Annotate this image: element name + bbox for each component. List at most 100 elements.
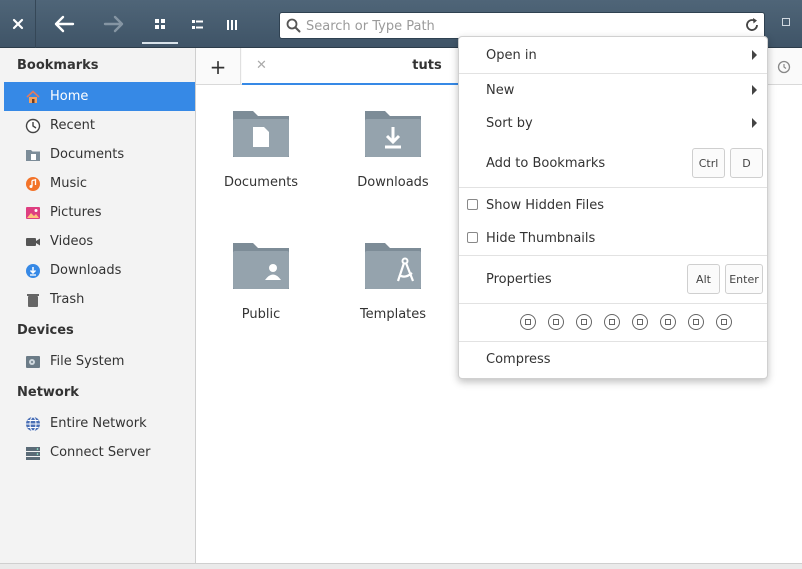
color-tag-button[interactable] <box>716 314 732 330</box>
bookmarks-section-title: Bookmarks <box>17 58 99 73</box>
shortcut-key-d: D <box>730 148 763 178</box>
arrow-left-icon <box>54 15 75 33</box>
sidebar-item-documents[interactable]: Documents <box>4 140 195 169</box>
sidebar-item-label: Recent <box>50 118 95 133</box>
documents-folder-icon <box>233 111 289 157</box>
color-tag-button[interactable] <box>576 314 592 330</box>
sidebar-item-recent[interactable]: Recent <box>4 111 195 140</box>
forward-button[interactable] <box>96 8 132 40</box>
maximize-icon[interactable] <box>782 18 790 26</box>
menu-item-compress[interactable]: Compress <box>459 342 767 376</box>
music-icon <box>25 176 41 192</box>
menu-item-label: New <box>486 82 515 98</box>
sidebar-item-label: Entire Network <box>50 416 147 431</box>
view-as-grid-button[interactable] <box>142 6 178 44</box>
submenu-arrow-icon <box>752 118 757 128</box>
sidebar-item-connect-server[interactable]: Connect Server <box>4 438 195 467</box>
menu-item-sort-by[interactable]: Sort by <box>459 106 767 140</box>
sidebar-item-label: Home <box>50 89 89 104</box>
network-section-title: Network <box>17 385 79 400</box>
list-view-icon <box>191 20 203 29</box>
menu-item-new[interactable]: New <box>459 74 767 106</box>
menu-item-label: Add to Bookmarks <box>486 155 606 171</box>
sidebar-item-trash[interactable]: Trash <box>4 285 195 314</box>
pictures-icon <box>25 205 41 221</box>
sidebar-item-label: Music <box>50 176 87 191</box>
sidebar-item-label: Pictures <box>50 205 102 220</box>
search-input[interactable] <box>306 16 726 36</box>
menu-item-open-in[interactable]: Open in <box>459 37 767 73</box>
close-icon <box>12 18 23 30</box>
menu-item-label: Open in <box>486 47 537 63</box>
devices-section-title: Devices <box>17 323 74 338</box>
drive-icon <box>25 354 41 370</box>
sidebar-item-label: Trash <box>50 292 85 307</box>
trash-icon <box>25 292 41 308</box>
view-in-columns-button[interactable] <box>215 6 249 44</box>
sidebar-item-downloads[interactable]: Downloads <box>4 256 195 285</box>
sidebar-item-label: Connect Server <box>50 445 151 460</box>
menu-item-label: Hide Thumbnails <box>486 230 596 246</box>
sidebar-item-entire-network[interactable]: Entire Network <box>4 409 195 438</box>
arrow-right-icon <box>103 15 124 33</box>
clock-icon <box>25 118 41 134</box>
grid-view-icon <box>155 19 165 29</box>
plus-icon: + <box>209 54 227 79</box>
sidebar-item-label: Downloads <box>50 263 122 278</box>
download-icon <box>25 263 41 279</box>
context-menu: Open in New Sort by Add to Bookmarks Ctr… <box>458 36 768 379</box>
submenu-arrow-icon <box>752 50 757 60</box>
folder-item-public[interactable]: Public <box>206 237 316 322</box>
path-bar[interactable] <box>279 12 765 39</box>
menu-item-properties[interactable]: Properties <box>459 259 767 299</box>
hide-thumbnails-checkbox[interactable] <box>467 232 478 243</box>
folder-item-templates[interactable]: Templates <box>338 237 448 322</box>
menu-item-label: Properties <box>486 271 552 287</box>
public-folder-icon <box>233 243 289 289</box>
sidebar-item-pictures[interactable]: Pictures <box>4 198 195 227</box>
shortcut-key-enter: Enter <box>725 264 763 294</box>
menu-item-show-hidden-files[interactable]: Show Hidden Files <box>459 188 767 222</box>
shortcut-key-alt: Alt <box>687 264 720 294</box>
menu-item-label: Show Hidden Files <box>486 197 604 213</box>
view-as-list-button[interactable] <box>180 6 214 44</box>
shortcut-key-ctrl: Ctrl <box>692 148 725 178</box>
folder-name: Documents <box>223 175 299 190</box>
color-tag-button[interactable] <box>660 314 676 330</box>
server-icon <box>25 445 41 461</box>
globe-icon <box>25 416 41 432</box>
color-tag-button[interactable] <box>548 314 564 330</box>
sidebar-item-videos[interactable]: Videos <box>4 227 195 256</box>
color-tag-button[interactable] <box>688 314 704 330</box>
video-camera-icon <box>25 234 41 250</box>
show-hidden-files-checkbox[interactable] <box>467 199 478 210</box>
downloads-folder-icon <box>365 111 421 157</box>
close-window-button[interactable] <box>0 0 36 48</box>
templates-folder-icon <box>365 243 421 289</box>
search-icon <box>286 18 301 33</box>
folder-name: Templates <box>359 307 427 322</box>
sidebar-item-label: File System <box>50 354 125 369</box>
color-tag-button[interactable] <box>520 314 536 330</box>
column-view-icon <box>227 20 237 30</box>
menu-item-hide-thumbnails[interactable]: Hide Thumbnails <box>459 222 767 254</box>
sidebar-item-music[interactable]: Music <box>4 169 195 198</box>
folder-item-documents[interactable]: Documents <box>206 105 316 190</box>
home-icon <box>25 89 41 105</box>
history-icon[interactable] <box>777 60 791 74</box>
back-button[interactable] <box>46 8 82 40</box>
color-tag-button[interactable] <box>604 314 620 330</box>
sidebar-item-file-system[interactable]: File System <box>4 347 195 376</box>
reload-icon[interactable] <box>744 17 760 33</box>
menu-item-label: Sort by <box>486 115 533 131</box>
menu-item-label: Compress <box>486 351 551 367</box>
window-bottom-edge <box>0 563 802 569</box>
sidebar: Bookmarks Home Recent Documents Music Pi… <box>0 48 196 563</box>
sidebar-item-label: Videos <box>50 234 94 249</box>
sidebar-item-home[interactable]: Home <box>4 82 195 111</box>
documents-folder-icon <box>25 147 41 163</box>
sidebar-item-label: Documents <box>50 147 125 162</box>
color-tag-button[interactable] <box>632 314 648 330</box>
folder-item-downloads[interactable]: Downloads <box>338 105 448 190</box>
new-tab-button[interactable]: + <box>196 48 241 85</box>
